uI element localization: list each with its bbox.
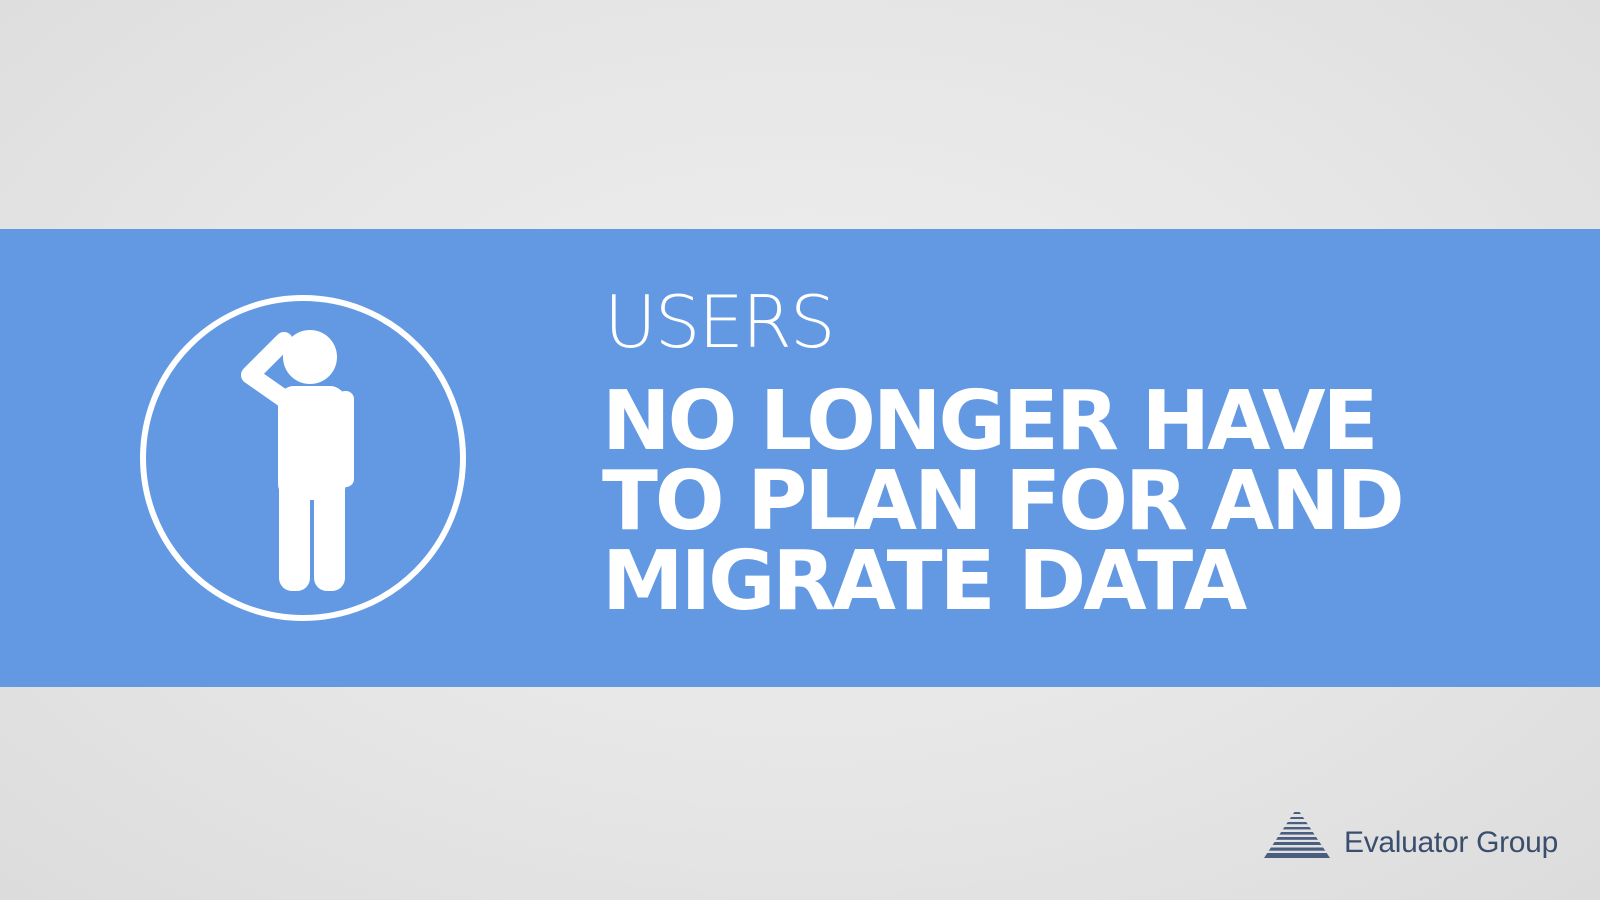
headline-line: TO PLAN FOR AND xyxy=(602,454,1405,549)
headline-line: NO LONGER HAVE xyxy=(602,374,1379,469)
brand-watermark: Evaluator Group xyxy=(1264,808,1558,864)
headline-line: MIGRATE DATA xyxy=(602,534,1247,629)
slide-headline: NO LONGER HAVE TO PLAN FOR AND MIGRATE D… xyxy=(602,374,1405,629)
brand-name: Evaluator Group xyxy=(1344,826,1558,859)
pyramid-logo-icon xyxy=(1264,812,1330,858)
slide-subtitle: USERS xyxy=(604,280,836,364)
person-scratching-head-icon xyxy=(140,295,466,621)
